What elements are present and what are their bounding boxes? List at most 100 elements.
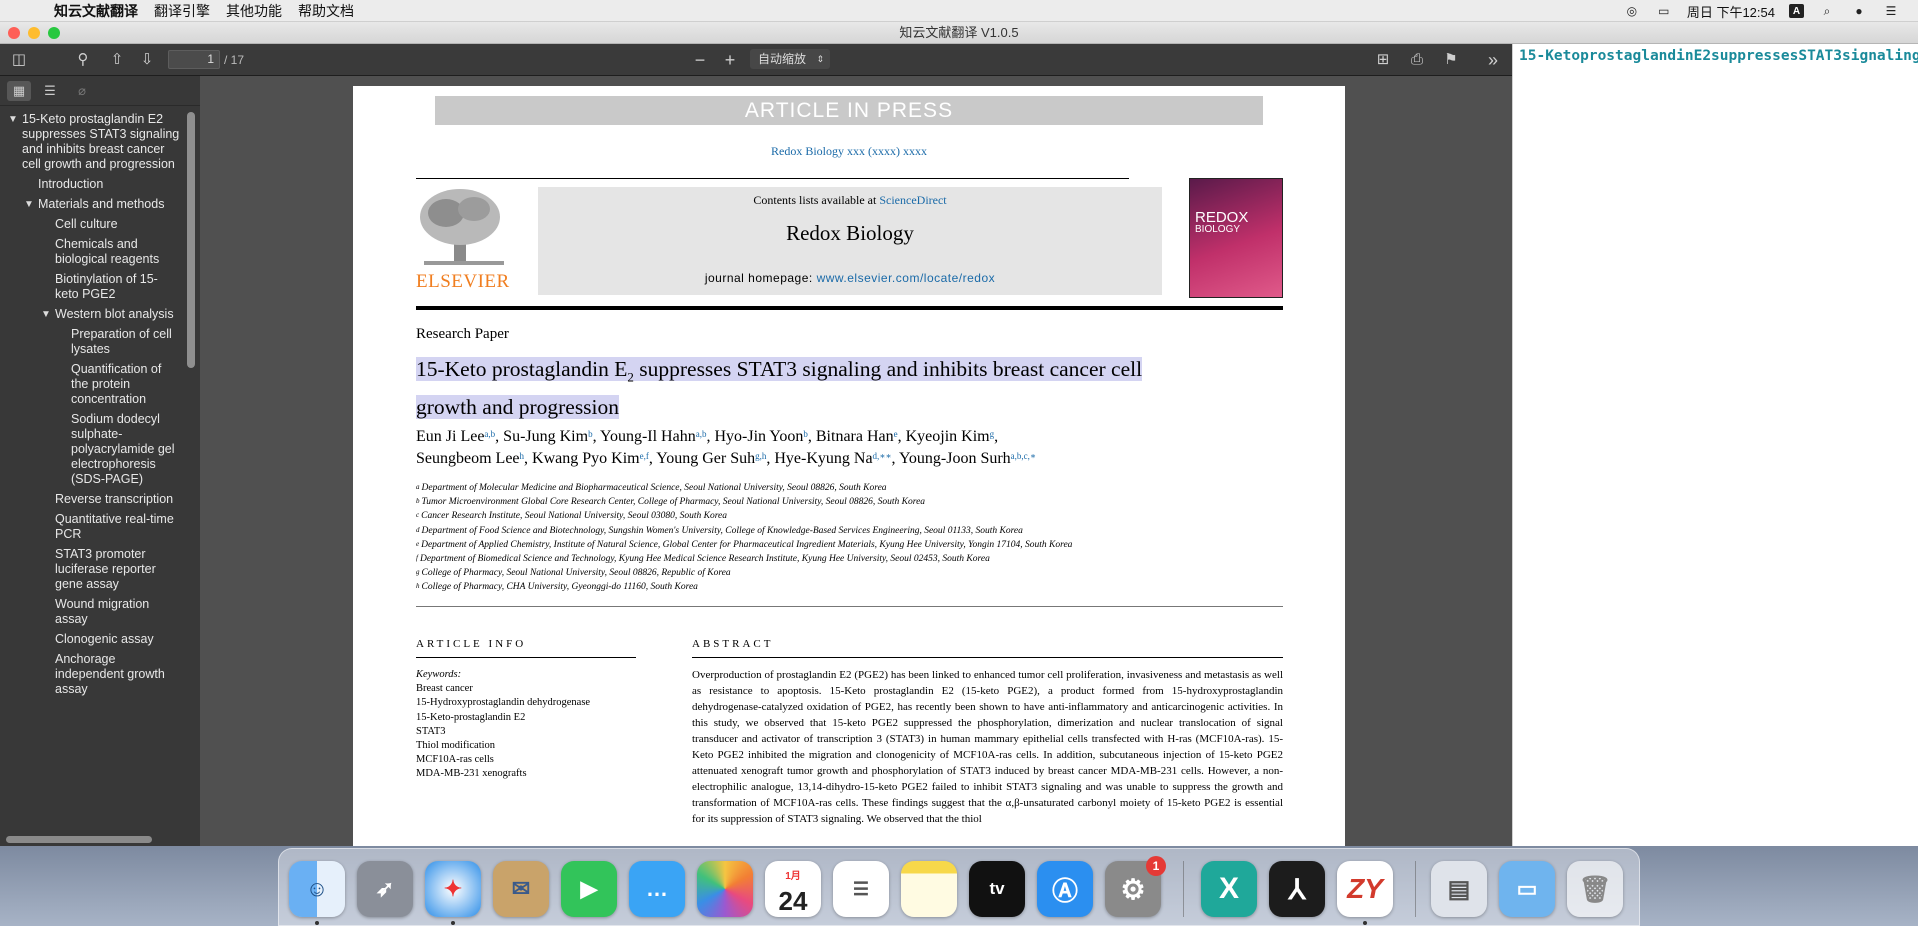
author-name[interactable]: Hyo-Jin Yoon (714, 428, 803, 445)
sidebar-toggle-icon[interactable]: ◫ (6, 44, 32, 76)
outline-item[interactable]: STAT3 promoter luciferase reporter gene … (0, 547, 184, 592)
journal-homepage-link[interactable]: www.elsevier.com/locate/redox (817, 271, 996, 285)
messages-icon[interactable]: … (629, 861, 685, 917)
outline-item[interactable]: Quantitative real-time PCR (0, 512, 184, 542)
menubar-clock[interactable]: 周日 下午12:54 (1687, 2, 1775, 21)
page-number-input[interactable]: 1 (168, 50, 220, 69)
print-icon[interactable]: ⎙ (1406, 44, 1428, 76)
menu-other-functions[interactable]: 其他功能 (226, 1, 282, 21)
author-name[interactable]: Su-Jung Kim (503, 428, 588, 445)
sciencedirect-link[interactable]: ScienceDirect (879, 193, 946, 207)
zoom-in-icon[interactable]: + (720, 44, 740, 76)
thumbnails-tab-icon[interactable]: ▦ (7, 81, 31, 101)
xmind-icon[interactable]: X (1201, 861, 1257, 917)
author-name[interactable]: Young Ger Suh (656, 450, 755, 467)
system-preferences-icon[interactable]: ⚙ 1 (1105, 856, 1166, 917)
abstract-text[interactable]: Overproduction of prostaglandin E2 (PGE2… (692, 667, 1283, 827)
open-file-icon[interactable]: ⊞ (1372, 44, 1394, 76)
zoom-out-icon[interactable]: − (690, 44, 710, 76)
author-affiliation-marker[interactable]: a,b (696, 429, 707, 439)
author-name[interactable]: Seungbeom Lee (416, 450, 520, 467)
author-affiliation-marker[interactable]: h (520, 451, 525, 461)
outline-item[interactable]: Introduction (0, 177, 184, 192)
app-store-icon[interactable]: Ⓐ (1037, 861, 1093, 917)
previous-page-icon[interactable]: ⇧ (106, 44, 128, 76)
outline-item[interactable]: Biotinylation of 15-keto PGE2 (0, 272, 184, 302)
notes-icon[interactable] (901, 861, 957, 917)
page-total: / 17 (224, 53, 245, 67)
author-affiliation-marker[interactable]: e,f (640, 451, 649, 461)
spotlight-search-icon[interactable]: ⌕ (1818, 3, 1836, 19)
bookmark-icon[interactable]: ⚑ (1440, 44, 1462, 76)
disclosure-triangle-icon[interactable]: ▼ (8, 112, 18, 127)
minimize-window-button[interactable] (28, 27, 40, 39)
author-name[interactable]: Hye-Kyung Na (774, 450, 872, 467)
outline-item[interactable]: Preparation of cell lysates (0, 327, 184, 357)
author-name[interactable]: Kyeojin Kim (906, 428, 990, 445)
acrobat-icon[interactable]: ⅄ (1269, 861, 1325, 917)
author-affiliation-marker[interactable]: d,∗∗ (873, 451, 892, 461)
calendar-icon[interactable]: 1月 24 (765, 861, 821, 917)
close-window-button[interactable] (8, 27, 20, 39)
author-affiliation-marker[interactable]: g (990, 429, 995, 439)
author-affiliation-marker[interactable]: b (803, 429, 808, 439)
facetime-icon[interactable]: ▶ (561, 861, 617, 917)
status-app-icon[interactable]: ◎ (1623, 3, 1641, 19)
article-title[interactable]: 15-Keto prostaglandin E2 suppresses STAT… (416, 354, 1176, 422)
menu-translation-engine[interactable]: 翻译引擎 (154, 1, 210, 21)
outline-item[interactable]: ▼ Materials and methods (0, 197, 184, 212)
menu-help-docs[interactable]: 帮助文档 (298, 1, 354, 21)
siri-icon[interactable]: ● (1850, 3, 1868, 19)
homepage-prefix: journal homepage: (704, 271, 817, 285)
outline-item[interactable]: Anchorage independent growth assay (0, 652, 184, 697)
outline-item[interactable]: Wound migration assay (0, 597, 184, 627)
author-affiliation-marker[interactable]: b (588, 429, 593, 439)
zoom-window-button[interactable] (48, 27, 60, 39)
control-center-icon[interactable]: ☰ (1882, 3, 1900, 19)
tools-menu-icon[interactable]: » (1480, 44, 1506, 76)
outline-item[interactable]: Sodium dodecyl sulphate-polyacrylamide g… (0, 412, 184, 487)
sidebar-horizontal-scrollbar[interactable] (6, 836, 152, 843)
zoom-select[interactable]: 自动缩放 ⇕ (750, 49, 830, 69)
launchpad-icon[interactable]: ➶ (357, 861, 413, 917)
outline-item[interactable]: Chemicals and biological reagents (0, 237, 184, 267)
disclosure-triangle-icon[interactable]: ▼ (24, 197, 34, 212)
disclosure-triangle-icon[interactable]: ▼ (41, 307, 51, 322)
author-affiliation-marker[interactable]: g,h (755, 451, 766, 461)
author-name[interactable]: Kwang Pyo Kim (532, 450, 640, 467)
affiliation-key: d (416, 525, 420, 534)
reminders-icon[interactable]: ☰ (833, 861, 889, 917)
outline-item[interactable]: Cell culture (0, 217, 184, 232)
author-name[interactable]: Bitnara Han (816, 428, 894, 445)
translation-source-text[interactable]: 15-KetoprostaglandinE2suppressesSTAT3sig… (1519, 47, 1918, 65)
trash-icon[interactable]: 🗑 (1567, 861, 1623, 917)
folder-icon[interactable]: ▭ (1499, 861, 1555, 917)
outline-item[interactable]: Clonogenic assay (0, 632, 184, 647)
input-source-icon[interactable]: A (1789, 4, 1804, 18)
safari-icon[interactable]: ✦ (425, 861, 481, 917)
author-name[interactable]: Young-Il Hahn (600, 428, 696, 445)
sidebar-scrollbar[interactable] (187, 112, 195, 368)
journal-reference[interactable]: Redox Biology xxx (xxxx) xxxx (353, 144, 1345, 159)
author-name[interactable]: Eun Ji Lee (416, 428, 484, 445)
outline-item[interactable]: Quantification of the protein concentrat… (0, 362, 184, 407)
apple-tv-icon[interactable]: tv (969, 861, 1025, 917)
outline-tab-icon[interactable]: ☰ (38, 81, 62, 101)
author-name[interactable]: Young-Joon Surh (899, 450, 1011, 467)
author-affiliation-marker[interactable]: e (894, 429, 898, 439)
mail-icon[interactable]: ✉ (493, 861, 549, 917)
find-icon[interactable]: ⚲ (72, 44, 94, 76)
display-mirror-icon[interactable]: ▭ (1655, 3, 1673, 19)
attachments-tab-icon[interactable]: ⌀ (70, 81, 94, 101)
author-affiliation-marker[interactable]: a,b,c,∗ (1011, 451, 1036, 461)
photos-icon[interactable] (697, 861, 753, 917)
outline-item[interactable]: ▼ 15-Keto prostaglandin E2 suppresses STA… (0, 112, 184, 172)
downloads-stack-icon[interactable]: ▤ (1431, 861, 1487, 917)
next-page-icon[interactable]: ⇩ (136, 44, 158, 76)
menu-app-name[interactable]: 知云文献翻译 (54, 1, 138, 21)
outline-item[interactable]: Reverse transcription (0, 492, 184, 507)
outline-item[interactable]: ▼ Western blot analysis (0, 307, 184, 322)
finder-icon[interactable]: ☺ (289, 861, 345, 917)
zhiyun-app-icon[interactable]: ZY (1337, 861, 1393, 917)
author-affiliation-marker[interactable]: a,b (484, 429, 495, 439)
